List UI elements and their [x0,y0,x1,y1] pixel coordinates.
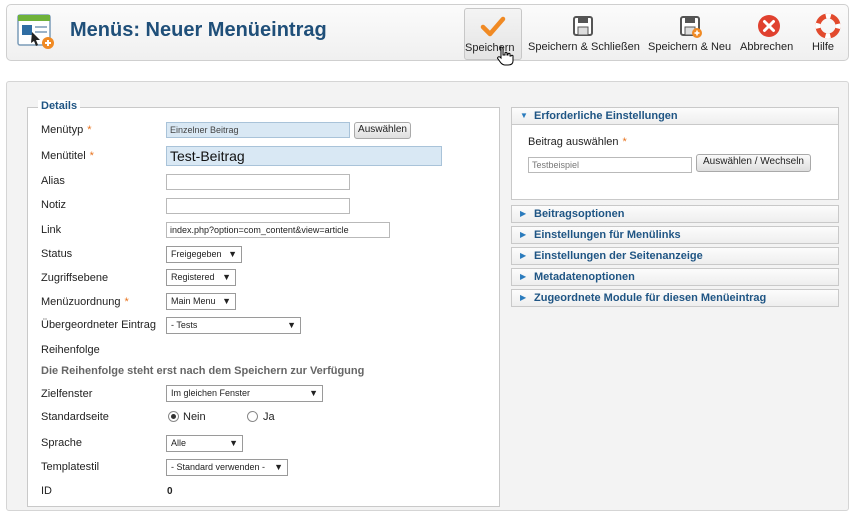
status-select-value: Freigegeben [171,249,222,259]
article-select-button[interactable]: Auswählen / Wechseln [696,154,811,172]
menu-select[interactable]: Main Menu ▼ [166,293,236,310]
home-yes-label: Ja [263,411,275,423]
access-label: Zugriffsebene [41,272,109,284]
status-label: Status [41,248,73,260]
ordering-note: Die Reihenfolge steht erst nach dem Spei… [41,365,365,377]
id-label: ID [41,485,52,497]
dropdown-arrow-icon: ▼ [229,438,238,448]
home-label: Standardseite [41,411,109,423]
dropdown-arrow-icon: ▼ [228,249,237,259]
panel-link-settings[interactable]: ▶ Einstellungen für Menülinks [511,226,839,244]
note-input[interactable] [166,198,350,214]
required-asterisk: * [89,150,94,162]
parent-select[interactable]: - Tests ▼ [166,317,301,334]
menutitle-input[interactable]: Test-Beitrag [166,146,442,166]
checkmark-icon [480,16,506,37]
panel-link-settings-title: Einstellungen für Menülinks [534,229,681,241]
menutype-field: Einzelner Beitrag [166,122,350,138]
triangle-right-icon: ▶ [520,251,527,260]
home-no-label: Nein [183,411,206,423]
cancel-icon [758,15,780,37]
target-select[interactable]: Im gleichen Fenster ▼ [166,385,323,402]
menutitle-label-text: Menütitel [41,150,86,162]
parent-select-value: - Tests [171,320,198,330]
article-field: Testbeispiel [528,157,692,173]
article-label: Beitrag auswählen * [528,136,627,148]
status-select[interactable]: Freigegeben ▼ [166,246,242,263]
alias-label: Alias [41,175,65,187]
menu-label: Menüzuordnung * [41,296,129,308]
panel-metadata[interactable]: ▶ Metadatenoptionen [511,268,839,286]
required-asterisk: * [124,296,129,308]
note-label: Notiz [41,199,67,211]
help-label: Hilfe [812,41,835,53]
panel-page-display[interactable]: ▶ Einstellungen der Seitenanzeige [511,247,839,265]
help-button[interactable]: Hilfe [812,8,844,60]
panel-article-options[interactable]: ▶ Beitragsoptionen [511,205,839,223]
panel-article-options-title: Beitragsoptionen [534,208,625,220]
language-select[interactable]: Alle ▼ [166,435,243,452]
dropdown-arrow-icon: ▼ [287,320,296,330]
home-no-radio[interactable] [168,411,179,422]
triangle-down-icon: ▼ [520,111,528,120]
required-asterisk: * [87,124,92,136]
save-close-label: Speichern & Schließen [528,41,640,53]
triangle-right-icon: ▶ [520,272,527,281]
save-new-label: Speichern & Neu [648,41,732,53]
ordering-label: Reihenfolge [41,344,100,356]
menutitle-label: Menütitel * [41,150,94,162]
dropdown-arrow-icon: ▼ [274,462,283,472]
panel-page-display-title: Einstellungen der Seitenanzeige [534,250,703,262]
language-label: Sprache [41,437,82,449]
lifebuoy-icon [815,13,841,39]
floppy-disk-icon [573,16,593,36]
dropdown-arrow-icon: ▼ [222,296,231,306]
menu-manager-icon [17,14,54,49]
home-yes-radio[interactable] [247,411,258,422]
template-select[interactable]: - Standard verwenden - ▼ [166,459,288,476]
template-select-value: - Standard verwenden - [171,462,266,472]
dropdown-arrow-icon: ▼ [222,272,231,282]
triangle-right-icon: ▶ [520,209,527,218]
page-title: Menüs: Neuer Menüeintrag [70,19,327,41]
triangle-right-icon: ▶ [520,230,527,239]
menutype-label-text: Menütyp [41,124,84,136]
article-label-text: Beitrag auswählen [528,136,619,148]
link-field[interactable]: index.php?option=com_content&view=articl… [166,222,390,238]
parent-label: Übergeordneter Eintrag [41,319,156,331]
floppy-disk-plus-icon [680,16,702,38]
cancel-label: Abbrechen [740,41,794,53]
access-select-value: Registered [171,272,215,282]
alias-input[interactable] [166,174,350,190]
dropdown-arrow-icon: ▼ [309,388,318,398]
panel-assigned-modules-title: Zugeordnete Module für diesen Menüeintra… [534,292,767,304]
triangle-right-icon: ▶ [520,293,527,302]
save-new-button[interactable]: Speichern & Neu [648,8,732,60]
menu-label-text: Menüzuordnung [41,296,121,308]
cancel-button[interactable]: Abbrechen [740,8,798,60]
template-label: Templatestil [41,461,100,473]
required-settings-header[interactable]: ▼ Erforderliche Einstellungen [511,107,839,125]
details-legend: Details [38,100,81,112]
save-close-button[interactable]: Speichern & Schließen [528,8,640,60]
language-select-value: Alle [171,438,187,448]
menutype-label: Menütyp * [41,124,91,136]
target-select-value: Im gleichen Fenster [171,388,251,398]
menutype-select-button[interactable]: Auswählen [354,122,411,139]
access-select[interactable]: Registered ▼ [166,269,236,286]
id-value: 0 [167,486,173,497]
link-label: Link [41,224,62,236]
panel-assigned-modules[interactable]: ▶ Zugeordnete Module für diesen Menüeint… [511,289,839,307]
hand-cursor-icon [497,46,514,66]
menu-select-value: Main Menu [171,296,216,306]
required-settings-title: Erforderliche Einstellungen [534,110,678,122]
required-asterisk: * [622,136,627,148]
target-label: Zielfenster [41,388,93,400]
panel-metadata-title: Metadatenoptionen [534,271,635,283]
